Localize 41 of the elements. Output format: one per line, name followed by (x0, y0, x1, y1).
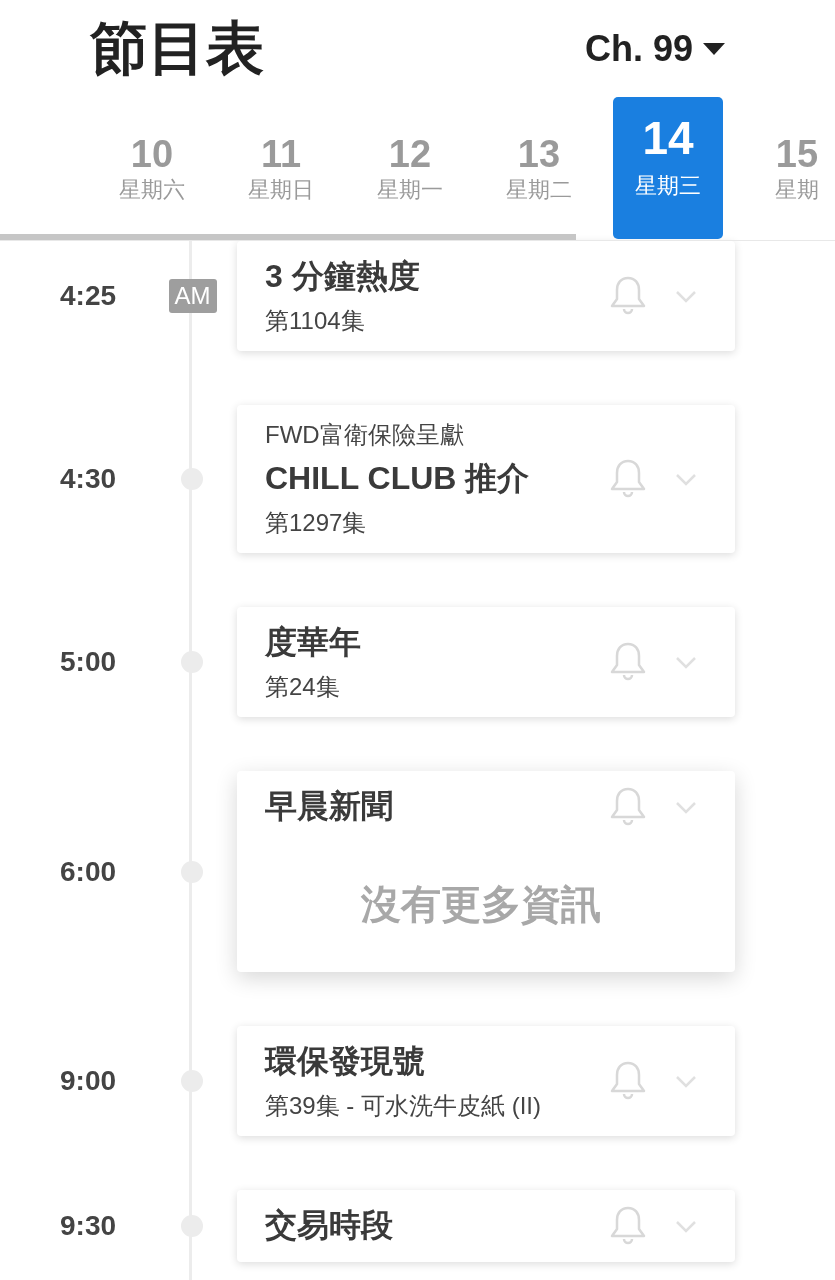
period-badge: AM (168, 279, 217, 313)
chevron-down-icon[interactable] (675, 1219, 697, 1233)
bell-icon[interactable] (609, 786, 647, 828)
program-title: 早晨新聞 (265, 787, 394, 826)
time-label: 4:25 (60, 280, 118, 312)
program-card[interactable]: 度華年 第24集 (237, 607, 735, 717)
program-title: CHILL CLUB 推介 (265, 459, 531, 498)
channel-dropdown[interactable]: Ch. 99 (585, 27, 726, 70)
time-label: 4:30 (60, 463, 118, 495)
bell-icon[interactable] (609, 1060, 647, 1102)
chevron-down-icon[interactable] (675, 472, 697, 486)
bell-icon[interactable] (609, 1205, 647, 1247)
time-label: 9:30 (60, 1210, 118, 1242)
program-card[interactable]: 環保發現號 第39集 - 可水洗牛皮紙 (II) (237, 1026, 735, 1136)
bell-icon[interactable] (609, 458, 647, 500)
no-info-text: 沒有更多資訊 (360, 881, 602, 928)
caret-icon (703, 42, 726, 55)
program-card[interactable]: FWD富衛保險呈獻 CHILL CLUB 推介 第1297集 (237, 405, 735, 553)
episode-text: 第39集 - 可水洗牛皮紙 (II) (265, 1091, 542, 1121)
date-tab[interactable]: 14 星期三 (613, 97, 723, 239)
time-label: 5:00 (60, 646, 118, 678)
chevron-down-icon[interactable] (675, 655, 697, 669)
episode-text: 第1104集 (265, 306, 366, 336)
chevron-down-icon[interactable] (675, 1074, 697, 1088)
chevron-down-icon[interactable] (675, 289, 697, 303)
episode-text: 第24集 (265, 672, 341, 702)
chevron-down-icon[interactable] (675, 800, 697, 814)
program-title: 3 分鐘熱度 (265, 257, 421, 296)
time-label: 6:00 (60, 855, 118, 888)
program-card[interactable]: 3 分鐘熱度 第1104集 (237, 241, 735, 351)
bell-icon[interactable] (609, 275, 647, 317)
program-title: 環保發現號 (265, 1042, 426, 1081)
program-title: 交易時段 (265, 1206, 394, 1245)
program-title: 度華年 (265, 623, 362, 662)
program-card[interactable]: 交易時段 (237, 1190, 735, 1262)
time-label: 9:00 (60, 1065, 118, 1097)
program-card[interactable]: 早晨新聞 沒有更多資訊 (237, 771, 735, 972)
episode-text: 第1297集 (265, 508, 368, 538)
bell-icon[interactable] (609, 641, 647, 683)
page-title: 節目表 (90, 13, 265, 82)
sponsor-text: FWD富衛保險呈獻 (265, 420, 465, 450)
